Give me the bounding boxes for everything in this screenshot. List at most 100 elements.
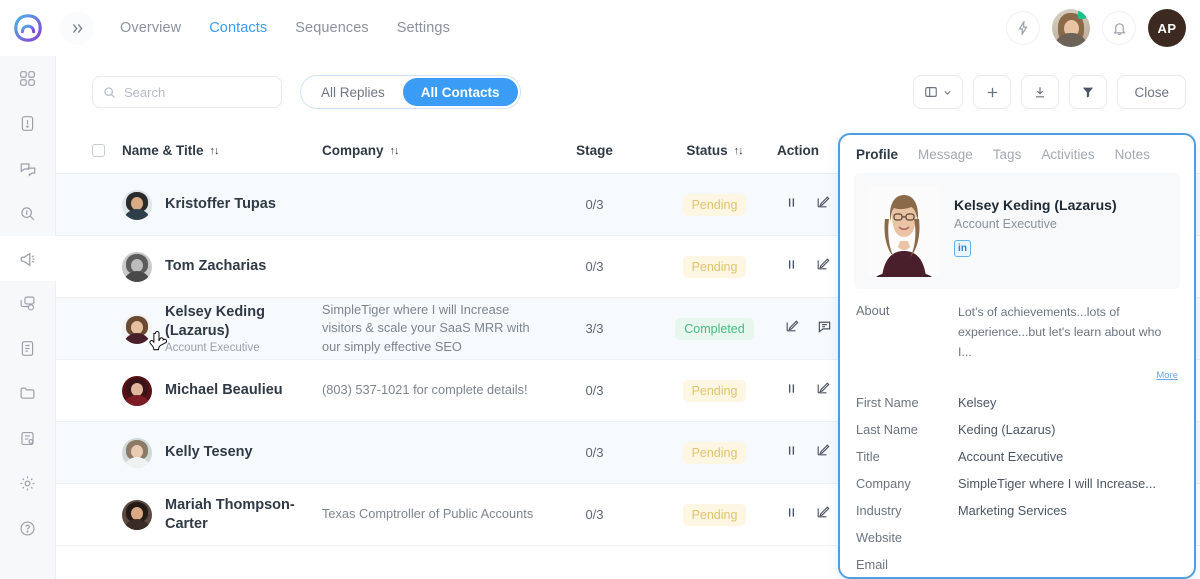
filter-button[interactable] bbox=[1069, 75, 1108, 109]
header-name-title[interactable]: Name & Title ↑↓ bbox=[122, 143, 322, 158]
tab-tags[interactable]: Tags bbox=[993, 147, 1022, 162]
sidebar-item-folders[interactable] bbox=[0, 371, 56, 416]
field-value[interactable]: Account Executive bbox=[958, 449, 1063, 464]
contacts-toolbar: Search All Replies All Contacts Close bbox=[56, 56, 1200, 128]
cell-company: (803) 537-1021 for complete details! bbox=[322, 381, 537, 399]
sidebar-item-settings[interactable] bbox=[0, 461, 56, 506]
pause-icon[interactable] bbox=[785, 196, 798, 214]
name-cell: Michael Beaulieu bbox=[122, 375, 283, 406]
sort-icon[interactable]: ↑↓ bbox=[210, 145, 220, 157]
field-label: Industry bbox=[856, 502, 902, 518]
pause-icon[interactable] bbox=[785, 506, 798, 524]
company-text: SimpleTiger where I will Increase visito… bbox=[322, 302, 530, 354]
cell-stage: 0/3 bbox=[537, 507, 652, 522]
sidebar-item-billing[interactable] bbox=[0, 416, 56, 461]
contact-photo bbox=[868, 185, 940, 277]
tab-profile[interactable]: Profile bbox=[856, 147, 898, 162]
columns-button[interactable] bbox=[913, 75, 964, 109]
pause-icon[interactable] bbox=[785, 444, 798, 462]
columns-icon bbox=[925, 87, 938, 97]
field-value[interactable]: Keding (Lazarus) bbox=[958, 422, 1055, 437]
row-action-group bbox=[777, 381, 830, 400]
status-badge: Pending bbox=[682, 441, 747, 464]
chat-icon[interactable] bbox=[817, 319, 832, 339]
header-company[interactable]: Company ↑↓ bbox=[322, 143, 537, 158]
name-cell: Kelsey Keding (Lazarus) Account Executive bbox=[122, 303, 322, 354]
panel-tabs: Profile Message Tags Activities Notes bbox=[840, 135, 1194, 173]
quick-actions-button[interactable] bbox=[1006, 11, 1040, 45]
brand-logo[interactable] bbox=[0, 0, 56, 56]
cell-stage: 0/3 bbox=[537, 259, 652, 274]
notifications-button[interactable] bbox=[1102, 11, 1136, 45]
about-more[interactable]: More bbox=[840, 363, 1194, 383]
edit-icon[interactable] bbox=[816, 505, 830, 524]
edit-icon[interactable] bbox=[816, 257, 830, 276]
segment-all-contacts[interactable]: All Contacts bbox=[402, 78, 518, 106]
nav-item-overview[interactable]: Overview bbox=[120, 20, 181, 36]
stage-value: 3/3 bbox=[585, 321, 604, 336]
tab-message[interactable]: Message bbox=[918, 147, 973, 162]
sidebar-item-campaigns[interactable] bbox=[0, 236, 56, 281]
pause-icon[interactable] bbox=[785, 382, 798, 400]
reports-icon bbox=[21, 341, 34, 356]
select-all-checkbox[interactable] bbox=[92, 144, 122, 157]
name-block: Kelly Teseny bbox=[165, 443, 253, 462]
row-action-group bbox=[777, 195, 830, 214]
close-button[interactable]: Close bbox=[1117, 75, 1186, 109]
search-input[interactable]: Search bbox=[92, 76, 282, 108]
tab-notes[interactable]: Notes bbox=[1115, 147, 1150, 162]
segment-all-replies[interactable]: All Replies bbox=[303, 78, 403, 106]
cell-status: Completed bbox=[652, 317, 777, 340]
nav-item-sequences[interactable]: Sequences bbox=[295, 20, 368, 36]
name-cell: Kelly Teseny bbox=[122, 437, 253, 468]
sidebar-expand-button[interactable] bbox=[60, 11, 94, 45]
contact-name-cell: Michael Beaulieu bbox=[165, 382, 283, 399]
field-value[interactable]: Marketing Services bbox=[958, 503, 1067, 518]
sidebar-item-conversations[interactable] bbox=[0, 146, 56, 191]
name-block: Michael Beaulieu bbox=[165, 381, 283, 400]
pause-icon[interactable] bbox=[785, 258, 798, 276]
account-avatar[interactable]: AP bbox=[1148, 9, 1186, 47]
cell-status: Pending bbox=[652, 379, 777, 402]
sidebar-item-templates[interactable] bbox=[0, 281, 56, 326]
field-value[interactable]: Kelsey bbox=[958, 395, 996, 410]
contact-name-cell: Kelsey Keding (Lazarus) bbox=[165, 304, 265, 339]
sidebar-item-prospect-search[interactable] bbox=[0, 191, 56, 236]
header-stage[interactable]: Stage bbox=[537, 143, 652, 158]
user-photo-avatar[interactable] bbox=[1052, 9, 1090, 47]
nav-item-settings[interactable]: Settings bbox=[397, 20, 450, 36]
cell-name: Tom Zacharias bbox=[122, 251, 322, 282]
lightning-bolt-icon bbox=[1018, 21, 1028, 35]
bell-icon bbox=[1112, 22, 1126, 35]
sidebar-item-inbox[interactable] bbox=[0, 101, 56, 146]
sidebar-item-reports[interactable] bbox=[0, 326, 56, 371]
name-block: Tom Zacharias bbox=[165, 257, 266, 276]
header-stage-label: Stage bbox=[576, 143, 613, 158]
edit-icon[interactable] bbox=[816, 443, 830, 462]
add-contact-button[interactable] bbox=[973, 75, 1012, 109]
chevron-down-icon bbox=[944, 90, 951, 95]
field-row: Last Name Keding (Lazarus) bbox=[856, 416, 1178, 443]
sort-icon[interactable]: ↑↓ bbox=[734, 145, 744, 157]
contact-photo-illustration bbox=[868, 185, 940, 277]
edit-icon[interactable] bbox=[816, 381, 830, 400]
sidebar-item-help[interactable] bbox=[0, 506, 56, 551]
download-button[interactable] bbox=[1021, 75, 1060, 109]
edit-icon[interactable] bbox=[816, 195, 830, 214]
nav-item-contacts[interactable]: Contacts bbox=[209, 20, 267, 36]
left-sidebar bbox=[0, 0, 56, 579]
header-name-title-label: Name & Title bbox=[122, 143, 204, 158]
header-actions-label: Action bbox=[777, 143, 819, 158]
field-label: Website bbox=[856, 529, 902, 545]
search-icon bbox=[104, 86, 115, 98]
sort-icon[interactable]: ↑↓ bbox=[390, 145, 400, 157]
sidebar-item-dashboard[interactable] bbox=[0, 56, 56, 101]
linkedin-icon[interactable]: in bbox=[954, 240, 971, 257]
tab-activities[interactable]: Activities bbox=[1041, 147, 1094, 162]
more-link[interactable]: More bbox=[1156, 370, 1178, 381]
header-status[interactable]: Status ↑↓ bbox=[652, 143, 777, 158]
field-value[interactable]: SimpleTiger where I will Increase... bbox=[958, 476, 1156, 491]
filter-icon bbox=[1083, 87, 1094, 98]
edit-icon[interactable] bbox=[785, 319, 799, 338]
avatar bbox=[122, 251, 152, 282]
